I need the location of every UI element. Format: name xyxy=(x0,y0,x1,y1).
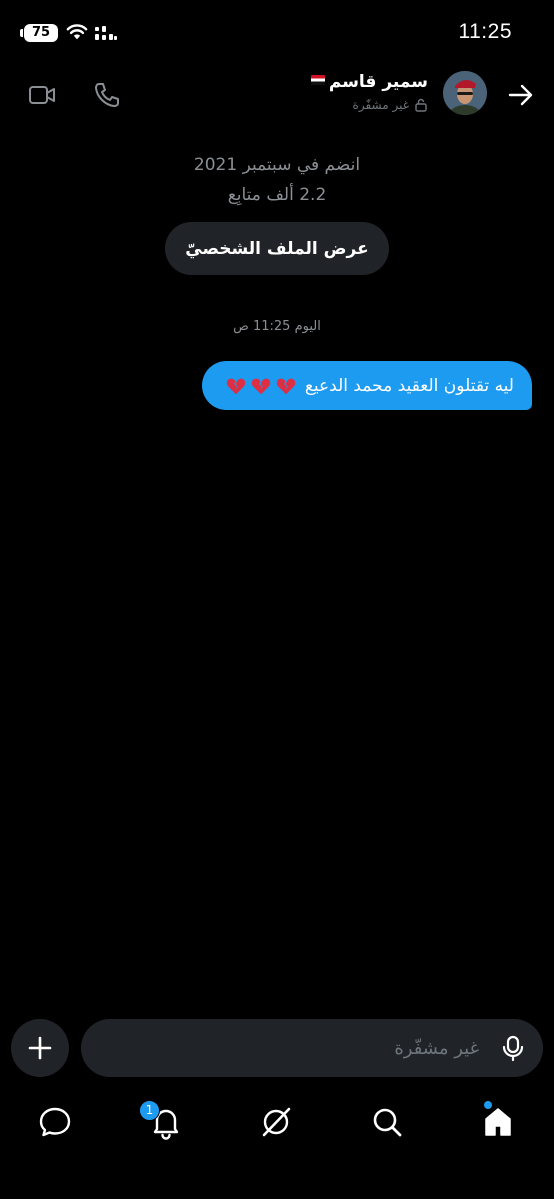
view-profile-button[interactable]: عرض الملف الشخصيّ xyxy=(165,222,389,275)
encryption-label: غير مشفّرة xyxy=(352,98,409,112)
home-icon[interactable] xyxy=(480,1104,516,1140)
search-icon[interactable] xyxy=(369,1104,405,1140)
microphone-icon[interactable] xyxy=(499,1034,527,1062)
video-call-icon[interactable] xyxy=(27,80,57,110)
status-bar: 75 11:25 xyxy=(0,0,554,66)
battery-tip xyxy=(20,29,23,37)
home-unread-dot xyxy=(484,1101,492,1109)
plus-icon xyxy=(28,1036,52,1060)
joined-date: انضم في سبتمبر 2021 xyxy=(193,155,361,175)
avatar-image xyxy=(443,71,487,115)
message-text: ليه تقتلون العقيد محمد الدعيع xyxy=(304,375,514,396)
contact-name[interactable]: سمير قاسم xyxy=(310,72,428,92)
broken-heart-icon xyxy=(226,378,246,394)
signal-icon xyxy=(95,26,117,40)
avatar[interactable] xyxy=(443,71,487,115)
lock-icon xyxy=(415,98,427,112)
notification-badge: 1 xyxy=(139,1100,160,1121)
status-time: 11:25 xyxy=(458,20,512,43)
encryption-status: غير مشفّرة xyxy=(353,98,428,112)
flag-icon xyxy=(310,75,325,85)
add-attachment-button[interactable] xyxy=(11,1019,69,1077)
sent-message-bubble[interactable]: ليه تقتلون العقيد محمد الدعيع xyxy=(202,361,532,410)
message-timestamp: اليوم 11:25 ص xyxy=(233,319,321,334)
battery-indicator: 75 xyxy=(24,24,58,42)
wifi-icon xyxy=(66,24,88,40)
message-emoji xyxy=(225,375,297,397)
message-input[interactable] xyxy=(99,1019,479,1077)
back-arrow-icon[interactable] xyxy=(506,80,536,110)
broken-heart-icon xyxy=(276,378,296,394)
contact-name-text: سمير قاسم xyxy=(328,72,428,92)
messages-icon[interactable] xyxy=(37,1104,73,1140)
follower-count: 2.2 ألف متابِع xyxy=(227,185,327,205)
message-composer xyxy=(81,1019,543,1077)
grok-icon[interactable] xyxy=(258,1104,294,1140)
phone-call-icon[interactable] xyxy=(92,80,122,110)
broken-heart-icon xyxy=(251,378,271,394)
